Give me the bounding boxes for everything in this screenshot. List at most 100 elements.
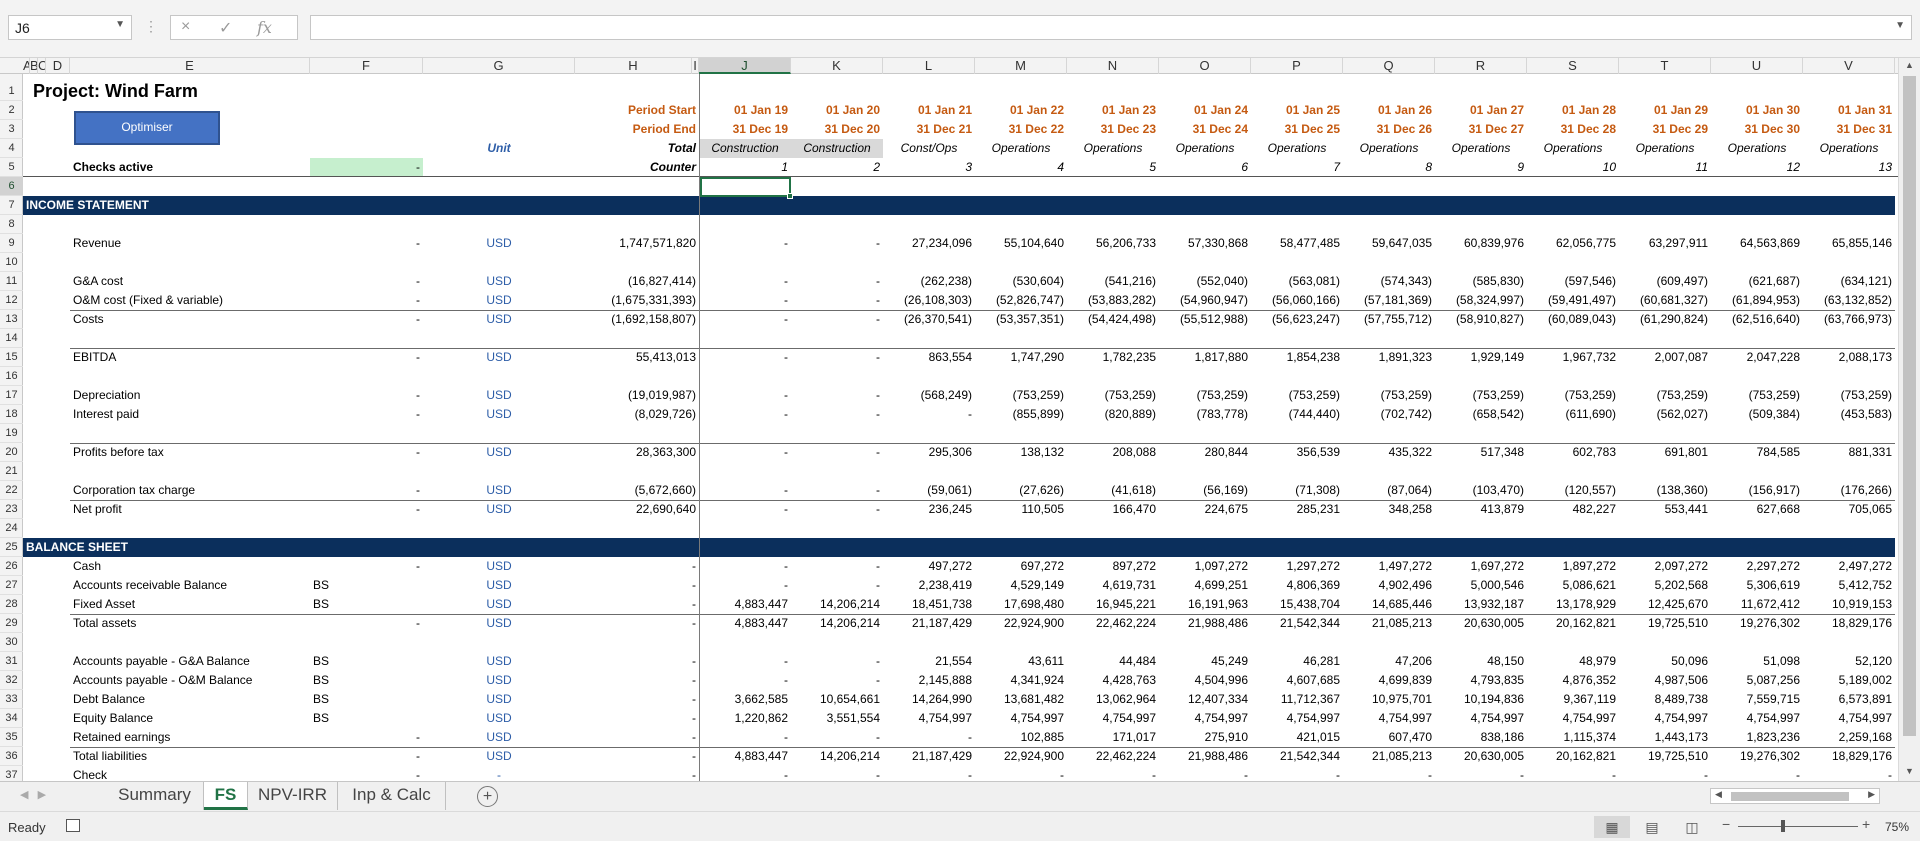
row-label[interactable]: Accounts receivable Balance — [70, 576, 310, 595]
column-header-i[interactable]: I — [692, 58, 699, 74]
value-cell[interactable]: - — [791, 348, 883, 367]
period-start-cell[interactable]: 01 Jan 21 — [883, 101, 975, 120]
row-label[interactable]: Costs — [70, 310, 310, 329]
value-cell[interactable]: (62,516,640) — [1711, 310, 1803, 329]
value-cell[interactable]: (57,755,712) — [1343, 310, 1435, 329]
row-header-33[interactable]: 33 — [0, 690, 23, 709]
row-flag[interactable]: BS — [310, 690, 423, 709]
phase-cell[interactable]: Construction — [791, 139, 883, 158]
column-header-f[interactable]: F — [310, 58, 423, 74]
row-label[interactable]: Equity Balance — [70, 709, 310, 728]
phase-cell[interactable]: Const/Ops — [883, 139, 975, 158]
value-cell[interactable]: (597,546) — [1527, 272, 1619, 291]
value-cell[interactable]: (60,681,327) — [1619, 291, 1711, 310]
value-cell[interactable]: 4,876,352 — [1527, 671, 1619, 690]
value-cell[interactable]: 18,829,176 — [1803, 747, 1895, 766]
value-cell[interactable]: 4,754,997 — [1251, 709, 1343, 728]
value-cell[interactable]: 2,238,419 — [883, 576, 975, 595]
value-cell[interactable]: 18,829,176 — [1803, 614, 1895, 633]
value-cell[interactable]: - — [699, 291, 791, 310]
name-box-dropdown-icon[interactable]: ▼ — [115, 19, 125, 30]
value-cell[interactable]: - — [699, 766, 791, 781]
value-cell[interactable]: 4,902,496 — [1343, 576, 1435, 595]
value-cell[interactable]: - — [791, 652, 883, 671]
macro-record-icon[interactable] — [66, 819, 80, 832]
value-cell[interactable]: (658,542) — [1435, 405, 1527, 424]
value-cell[interactable]: (509,384) — [1711, 405, 1803, 424]
value-cell[interactable]: (753,259) — [1619, 386, 1711, 405]
checks-active-label[interactable]: Checks active — [70, 158, 310, 176]
value-cell[interactable]: 52,120 — [1803, 652, 1895, 671]
value-cell[interactable]: 627,668 — [1711, 500, 1803, 519]
name-box[interactable]: J6 ▼ — [8, 15, 132, 40]
row-header-5[interactable]: 5 — [0, 158, 23, 177]
counter-cell[interactable]: 6 — [1159, 158, 1251, 176]
value-cell[interactable]: 784,585 — [1711, 443, 1803, 462]
value-cell[interactable]: (41,618) — [1067, 481, 1159, 500]
value-cell[interactable]: 21,187,429 — [883, 747, 975, 766]
value-cell[interactable]: 4,754,997 — [1343, 709, 1435, 728]
period-end-label[interactable]: Period End — [575, 120, 699, 139]
value-cell[interactable]: - — [699, 576, 791, 595]
phase-cell[interactable]: Operations — [1711, 139, 1803, 158]
counter-cell[interactable]: 8 — [1343, 158, 1435, 176]
value-cell[interactable]: - — [1251, 766, 1343, 781]
value-cell[interactable]: (58,910,827) — [1435, 310, 1527, 329]
value-cell[interactable]: 10,919,153 — [1803, 595, 1895, 614]
row-total[interactable]: (5,672,660) — [575, 481, 699, 500]
column-header-a[interactable]: A — [23, 58, 30, 74]
row-header-26[interactable]: 26 — [0, 557, 23, 576]
value-cell[interactable]: (753,259) — [1711, 386, 1803, 405]
value-cell[interactable]: - — [791, 557, 883, 576]
period-start-cell[interactable]: 01 Jan 23 — [1067, 101, 1159, 120]
value-cell[interactable]: 4,754,997 — [975, 709, 1067, 728]
row-header-12[interactable]: 12 — [0, 291, 23, 310]
value-cell[interactable]: 21,542,344 — [1251, 747, 1343, 766]
value-cell[interactable]: 45,249 — [1159, 652, 1251, 671]
zoom-out-icon[interactable]: − — [1722, 816, 1730, 832]
row-header-4[interactable]: 4 — [0, 139, 23, 158]
value-cell[interactable]: 5,202,568 — [1619, 576, 1711, 595]
row-flag[interactable]: BS — [310, 671, 423, 690]
normal-view-icon[interactable]: ▦ — [1594, 816, 1630, 838]
value-cell[interactable]: (156,917) — [1711, 481, 1803, 500]
value-cell[interactable]: 4,341,924 — [975, 671, 1067, 690]
row-flag[interactable]: - — [310, 747, 423, 766]
phase-cell[interactable]: Operations — [1343, 139, 1435, 158]
value-cell[interactable]: 138,132 — [975, 443, 1067, 462]
counter-cell[interactable]: 7 — [1251, 158, 1343, 176]
value-cell[interactable]: 280,844 — [1159, 443, 1251, 462]
value-cell[interactable]: - — [699, 557, 791, 576]
row-header-9[interactable]: 9 — [0, 234, 23, 253]
row-header-16[interactable]: 16 — [0, 367, 23, 386]
value-cell[interactable]: 19,276,302 — [1711, 614, 1803, 633]
value-cell[interactable]: - — [1803, 766, 1895, 781]
row-total[interactable]: - — [575, 557, 699, 576]
value-cell[interactable]: (541,216) — [1067, 272, 1159, 291]
row-label[interactable]: O&M cost (Fixed & variable) — [70, 291, 310, 310]
row-flag[interactable]: - — [310, 728, 423, 747]
value-cell[interactable]: 63,297,911 — [1619, 234, 1711, 253]
value-cell[interactable]: 19,725,510 — [1619, 614, 1711, 633]
row-total[interactable]: (16,827,414) — [575, 272, 699, 291]
row-header-23[interactable]: 23 — [0, 500, 23, 519]
value-cell[interactable]: 12,425,670 — [1619, 595, 1711, 614]
value-cell[interactable]: (54,424,498) — [1067, 310, 1159, 329]
checks-active-value[interactable]: - — [310, 158, 423, 176]
value-cell[interactable]: 102,885 — [975, 728, 1067, 747]
row-unit[interactable]: USD — [423, 500, 575, 519]
value-cell[interactable]: 15,438,704 — [1251, 595, 1343, 614]
value-cell[interactable]: (568,249) — [883, 386, 975, 405]
column-header-b[interactable]: B — [30, 58, 38, 74]
counter-cell[interactable]: 13 — [1803, 158, 1895, 176]
row-header-25[interactable]: 25 — [0, 538, 23, 557]
row-flag[interactable]: - — [310, 500, 423, 519]
value-cell[interactable]: (56,623,247) — [1251, 310, 1343, 329]
value-cell[interactable]: - — [791, 671, 883, 690]
period-start-cell[interactable]: 01 Jan 24 — [1159, 101, 1251, 120]
value-cell[interactable]: 17,698,480 — [975, 595, 1067, 614]
value-cell[interactable]: 208,088 — [1067, 443, 1159, 462]
tab-summary[interactable]: Summary — [106, 782, 204, 810]
row-flag[interactable]: - — [310, 443, 423, 462]
row-label[interactable]: Total liabilities — [70, 747, 310, 766]
